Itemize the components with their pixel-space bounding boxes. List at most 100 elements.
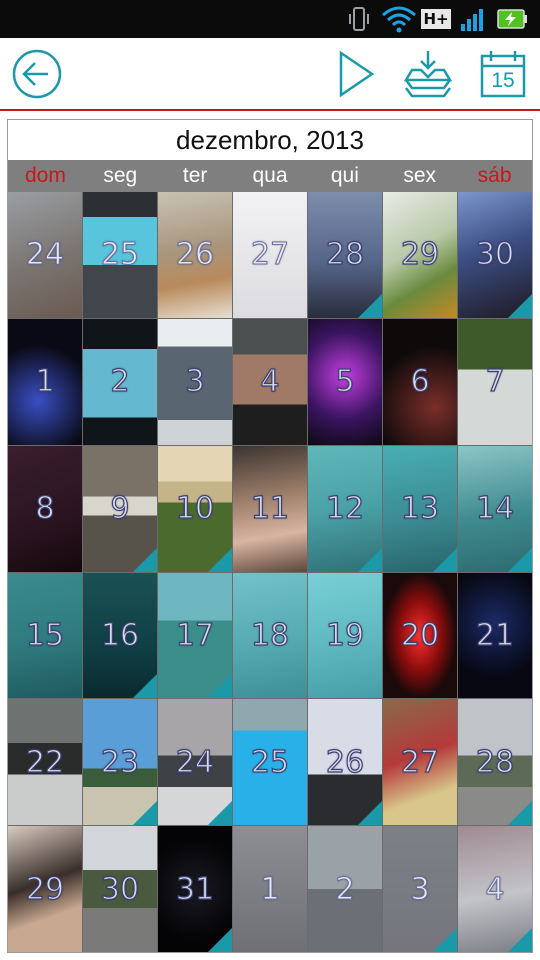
day-number: 11: [250, 490, 290, 527]
day-cell[interactable]: 16: [83, 572, 157, 699]
day-cell[interactable]: 25: [83, 192, 157, 318]
weekday-ter: ter: [182, 164, 208, 187]
day-cell[interactable]: 25: [233, 699, 307, 826]
day-cell[interactable]: 11: [233, 445, 307, 572]
day-cell[interactable]: 19: [308, 572, 382, 699]
calendar-today-day: 15: [491, 69, 515, 92]
weekday-header: dom seg ter qua qui sex sáb: [8, 160, 532, 192]
day-cell[interactable]: 2: [83, 318, 157, 445]
has-more-marker: [508, 547, 532, 572]
day-number: 30: [475, 237, 515, 273]
day-cell[interactable]: 20: [383, 572, 457, 699]
day-cell[interactable]: 18: [233, 572, 307, 699]
day-number: 2: [110, 364, 130, 400]
day-number: 15: [25, 617, 65, 653]
day-number: 4: [260, 364, 280, 400]
day-cell[interactable]: 30: [83, 826, 157, 952]
day-cell[interactable]: 13: [383, 445, 457, 572]
month-title: dezembro, 2013: [176, 124, 364, 155]
day-cell[interactable]: 3: [158, 318, 232, 445]
day-number: 31: [175, 871, 215, 907]
day-cell[interactable]: 29: [8, 826, 82, 952]
day-cell[interactable]: 6: [383, 318, 457, 445]
day-cell[interactable]: 7: [458, 318, 532, 445]
day-cell[interactable]: 10: [158, 445, 232, 572]
wifi-icon: [380, 0, 418, 38]
has-more-marker: [358, 801, 382, 826]
day-cell[interactable]: 14: [458, 445, 532, 572]
back-arrow-icon: [12, 49, 62, 99]
day-cell[interactable]: 1: [8, 318, 82, 445]
day-cell[interactable]: 9: [83, 445, 157, 572]
day-cell[interactable]: 5: [308, 318, 382, 445]
weekday-sáb: sáb: [477, 164, 512, 187]
day-cell[interactable]: 26: [158, 192, 232, 318]
day-number: 12: [325, 490, 365, 527]
day-number: 29: [400, 237, 440, 273]
day-number: 25: [100, 237, 140, 273]
day-number: 20: [400, 617, 440, 653]
day-number: 21: [475, 617, 515, 653]
day-number: 24: [175, 744, 215, 780]
day-cell[interactable]: 2: [308, 826, 382, 952]
day-number: 25: [250, 744, 290, 780]
toolbar-divider: [0, 109, 540, 111]
calendar-today-icon: 15: [480, 50, 526, 98]
day-number: 3: [185, 364, 205, 400]
day-cell[interactable]: 24: [158, 699, 232, 826]
day-cell[interactable]: 28: [308, 192, 382, 318]
has-more-marker: [508, 293, 532, 318]
has-more-marker: [508, 928, 532, 952]
day-cell[interactable]: 27: [233, 192, 307, 318]
day-cell[interactable]: 1: [233, 826, 307, 952]
day-cell[interactable]: 21: [458, 572, 532, 699]
day-number: 19: [325, 617, 365, 653]
weekday-seg: seg: [103, 164, 138, 187]
weekday-qui: qui: [330, 164, 359, 187]
day-number: 13: [400, 490, 440, 527]
has-more-marker: [358, 547, 382, 572]
calendar: dezembro, 2013 dom seg ter qua qui sex sáb 24 2…: [7, 119, 533, 953]
day-cell[interactable]: 4: [458, 826, 532, 952]
day-cell[interactable]: 8: [8, 445, 82, 572]
today-button[interactable]: 15: [474, 38, 532, 110]
import-button[interactable]: [398, 38, 458, 110]
day-cell[interactable]: 26: [308, 699, 382, 826]
play-button[interactable]: [330, 38, 382, 110]
day-number: 5: [335, 364, 355, 400]
calendar-grid: 24 25 26 27 28 29 30 1 2 3 4 5 6 7 8 9 10 11 12 13 14 15 16 17 1…: [8, 192, 532, 952]
toolbar: 15: [0, 38, 540, 110]
has-more-marker: [133, 674, 157, 699]
day-cell[interactable]: 31: [158, 826, 232, 952]
day-number: 30: [100, 871, 140, 907]
day-cell[interactable]: 22: [8, 699, 82, 826]
day-number: 10: [175, 490, 215, 527]
day-number: 6: [410, 364, 430, 400]
day-number: 3: [410, 871, 430, 907]
battery-charging-icon: [496, 0, 530, 38]
day-number: 14: [475, 490, 515, 527]
day-cell[interactable]: 29: [383, 192, 457, 318]
weekday-dom: dom: [25, 164, 66, 187]
has-more-marker: [433, 547, 457, 572]
day-cell[interactable]: 15: [8, 572, 82, 699]
day-cell[interactable]: 4: [233, 318, 307, 445]
day-cell[interactable]: 27: [383, 699, 457, 826]
day-cell[interactable]: 12: [308, 445, 382, 572]
has-more-marker: [133, 801, 157, 826]
day-cell[interactable]: 30: [458, 192, 532, 318]
day-number: 27: [250, 237, 290, 273]
has-more-marker: [208, 674, 232, 699]
day-cell[interactable]: 28: [458, 699, 532, 826]
day-cell[interactable]: 24: [8, 192, 82, 318]
has-more-marker: [433, 928, 457, 952]
back-button[interactable]: [8, 38, 66, 110]
day-cell[interactable]: 3: [383, 826, 457, 952]
day-number: 18: [250, 617, 290, 653]
day-number: 28: [475, 744, 515, 780]
day-cell[interactable]: 23: [83, 699, 157, 826]
has-more-marker: [133, 547, 157, 572]
signal-icon: [458, 0, 490, 38]
day-number: 1: [260, 871, 280, 907]
day-cell[interactable]: 17: [158, 572, 232, 699]
